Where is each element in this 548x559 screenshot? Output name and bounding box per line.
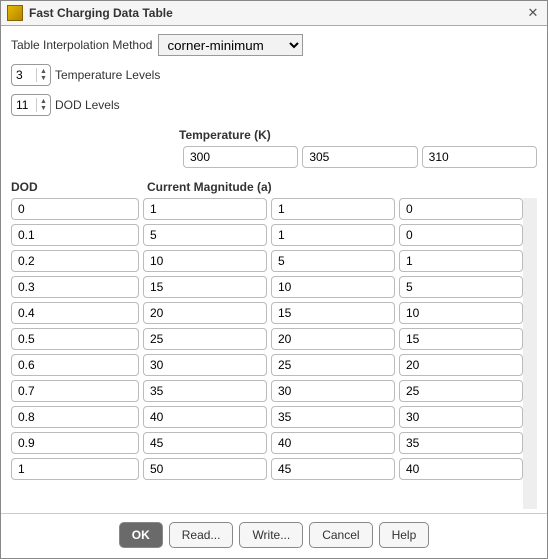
table-row [11,224,523,246]
temperature-cell[interactable] [183,146,298,168]
current-cell[interactable] [271,458,395,480]
current-cell[interactable] [399,302,523,324]
current-header: Current Magnitude (a) [147,180,272,194]
current-cell[interactable] [399,250,523,272]
temp-levels-label: Temperature Levels [55,68,160,82]
interpolation-select[interactable]: corner-minimum [158,34,303,56]
current-cell[interactable] [271,198,395,220]
dod-cell[interactable] [11,354,139,376]
current-cell[interactable] [399,458,523,480]
spinner-arrows[interactable]: ▲ ▼ [36,68,50,82]
current-cell[interactable] [143,328,267,350]
temperature-row [11,146,537,168]
footer: OK Read... Write... Cancel Help [1,513,547,558]
temp-levels-input[interactable] [12,68,36,82]
dod-cell[interactable] [11,458,139,480]
current-cell[interactable] [271,380,395,402]
scroll-down-icon[interactable]: ▼ [523,500,537,509]
table-row [11,276,523,298]
dod-cell[interactable] [11,406,139,428]
app-icon [7,5,23,21]
dod-cell[interactable] [11,250,139,272]
write-button[interactable]: Write... [239,522,303,548]
table-row [11,354,523,376]
current-cell[interactable] [143,302,267,324]
current-cell[interactable] [143,406,267,428]
temperature-cell[interactable] [422,146,537,168]
dod-cell[interactable] [11,198,139,220]
help-button[interactable]: Help [379,522,430,548]
chevron-up-icon[interactable]: ▲ [40,98,47,105]
blank-cell [11,146,179,168]
dod-cell[interactable] [11,224,139,246]
read-button[interactable]: Read... [169,522,234,548]
current-cell[interactable] [271,276,395,298]
titlebar: Fast Charging Data Table ✕ [1,1,547,26]
dod-cell[interactable] [11,380,139,402]
current-cell[interactable] [143,380,267,402]
scroll-up-icon[interactable]: ▲ [523,198,537,207]
vertical-scrollbar[interactable]: ▲ ▼ [523,198,537,509]
table-row [11,302,523,324]
current-cell[interactable] [399,198,523,220]
dod-levels-row: ▲ ▼ DOD Levels [11,94,537,116]
current-cell[interactable] [143,432,267,454]
current-cell[interactable] [271,406,395,428]
current-cell[interactable] [399,406,523,428]
current-cell[interactable] [143,250,267,272]
current-cell[interactable] [271,224,395,246]
dod-cell[interactable] [11,276,139,298]
current-cell[interactable] [143,224,267,246]
temp-levels-spinner[interactable]: ▲ ▼ [11,64,51,86]
table-row [11,328,523,350]
current-cell[interactable] [399,354,523,376]
ok-button[interactable]: OK [119,522,163,548]
table-row [11,432,523,454]
current-cell[interactable] [399,432,523,454]
scrollbar-thumb[interactable] [524,200,536,449]
current-cell[interactable] [271,302,395,324]
table-row [11,406,523,428]
current-cell[interactable] [271,354,395,376]
temperature-header: Temperature (K) [179,128,537,142]
current-cell[interactable] [271,250,395,272]
dod-levels-spinner[interactable]: ▲ ▼ [11,94,51,116]
current-cell[interactable] [271,432,395,454]
chevron-down-icon[interactable]: ▼ [40,105,47,112]
table-row [11,458,523,480]
dod-cell[interactable] [11,328,139,350]
current-cell[interactable] [143,276,267,298]
dod-levels-input[interactable] [12,98,36,112]
dod-cell[interactable] [11,432,139,454]
current-cell[interactable] [143,198,267,220]
dod-header: DOD [11,180,147,194]
dod-cell[interactable] [11,302,139,324]
content-area: Table Interpolation Method corner-minimu… [1,26,547,513]
current-cell[interactable] [399,380,523,402]
current-cell[interactable] [399,224,523,246]
chevron-down-icon[interactable]: ▼ [40,75,47,82]
table-area: ▲ ▼ [11,198,537,509]
table-row [11,250,523,272]
current-cell[interactable] [399,328,523,350]
temp-levels-row: ▲ ▼ Temperature Levels [11,64,537,86]
temperature-cell[interactable] [302,146,417,168]
current-cell[interactable] [399,276,523,298]
interpolation-row: Table Interpolation Method corner-minimu… [11,34,537,56]
table-row [11,198,523,220]
spinner-arrows[interactable]: ▲ ▼ [36,98,50,112]
current-cell[interactable] [271,328,395,350]
chevron-up-icon[interactable]: ▲ [40,68,47,75]
dod-levels-label: DOD Levels [55,98,120,112]
table-row [11,380,523,402]
window-title: Fast Charging Data Table [29,6,525,20]
cancel-button[interactable]: Cancel [309,522,372,548]
current-cell[interactable] [143,458,267,480]
current-cell[interactable] [143,354,267,376]
interpolation-label: Table Interpolation Method [11,38,152,52]
table-body [11,198,523,509]
column-headers: DOD Current Magnitude (a) [11,180,537,194]
close-icon[interactable]: ✕ [525,5,541,21]
